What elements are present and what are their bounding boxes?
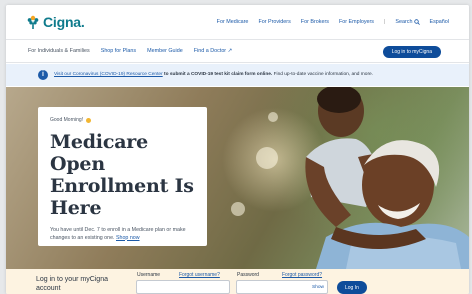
nav-member-guide[interactable]: Member Guide xyxy=(147,48,183,54)
cigna-logo[interactable]: Cigna. xyxy=(26,14,85,30)
login-mycigna-button[interactable]: Log in to myCigna xyxy=(382,46,441,58)
hero-headline: Medicare Open Enrollment Is Here xyxy=(50,131,194,219)
password-label: Password xyxy=(237,272,259,278)
external-link-icon: ↗ xyxy=(227,48,233,54)
hero-banner: Good Morning! Medicare Open Enrollment I… xyxy=(6,87,469,269)
login-title: Log in to your myCigna account xyxy=(36,276,108,292)
covid-alert-banner: i Visit our Coronavirus (COVID-19) Resou… xyxy=(6,64,469,86)
hero-card: Good Morning! Medicare Open Enrollment I… xyxy=(38,107,207,246)
nav-for-providers[interactable]: For Providers xyxy=(258,19,290,25)
alert-bold-text: to submit a COVID-19 test kit claim form… xyxy=(164,72,273,77)
username-input[interactable] xyxy=(136,280,230,294)
greeting: Good Morning! xyxy=(50,117,195,123)
forgot-password-link[interactable]: Forgot password? xyxy=(282,272,322,278)
language-link[interactable]: Español xyxy=(430,19,449,25)
brand-name: Cigna. xyxy=(43,14,85,30)
secondary-nav: For Individuals & Families Shop for Plan… xyxy=(6,39,469,63)
greeting-text: Good Morning! xyxy=(50,117,84,123)
search-link[interactable]: Search xyxy=(395,19,420,25)
sun-icon xyxy=(86,117,92,123)
shop-now-link[interactable]: Shop now xyxy=(116,235,140,241)
nav-separator: | xyxy=(384,19,386,25)
audience-selector[interactable]: For Individuals & Families xyxy=(28,48,90,54)
alert-message: Visit our Coronavirus (COVID-19) Resourc… xyxy=(54,72,373,77)
covid-resource-link[interactable]: Visit our Coronavirus (COVID-19) Resourc… xyxy=(54,72,163,77)
username-label: Username xyxy=(137,272,161,278)
top-header: Cigna. For Medicare For Providers For Br… xyxy=(6,5,469,39)
nav-for-brokers[interactable]: For Brokers xyxy=(301,19,329,25)
login-panel: Log in to your myCigna account Username … xyxy=(6,269,469,294)
nav-find-a-doctor[interactable]: Find a Doctor ↗ xyxy=(194,48,232,54)
find-a-doctor-label: Find a Doctor xyxy=(193,48,227,54)
tree-of-life-icon xyxy=(27,15,39,29)
nav-for-medicare[interactable]: For Medicare xyxy=(217,19,249,25)
top-nav: For Medicare For Providers For Brokers F… xyxy=(217,19,449,25)
nav-shop-for-plans[interactable]: Shop for Plans xyxy=(101,48,136,54)
info-icon: i xyxy=(38,70,48,80)
search-icon xyxy=(413,19,420,25)
hero-description: You have until Dec. 7 to enroll in a Med… xyxy=(50,227,195,242)
login-button[interactable]: Log In xyxy=(337,281,367,294)
alert-rest-text: Find up-to-date vaccine information, and… xyxy=(273,72,374,77)
browser-page: Cigna. For Medicare For Providers For Br… xyxy=(6,5,469,294)
nav-for-employers[interactable]: For Employers xyxy=(339,19,374,25)
search-label: Search xyxy=(395,19,413,25)
show-password-toggle[interactable]: Show xyxy=(312,285,324,290)
forgot-username-link[interactable]: Forgot username? xyxy=(179,272,220,278)
